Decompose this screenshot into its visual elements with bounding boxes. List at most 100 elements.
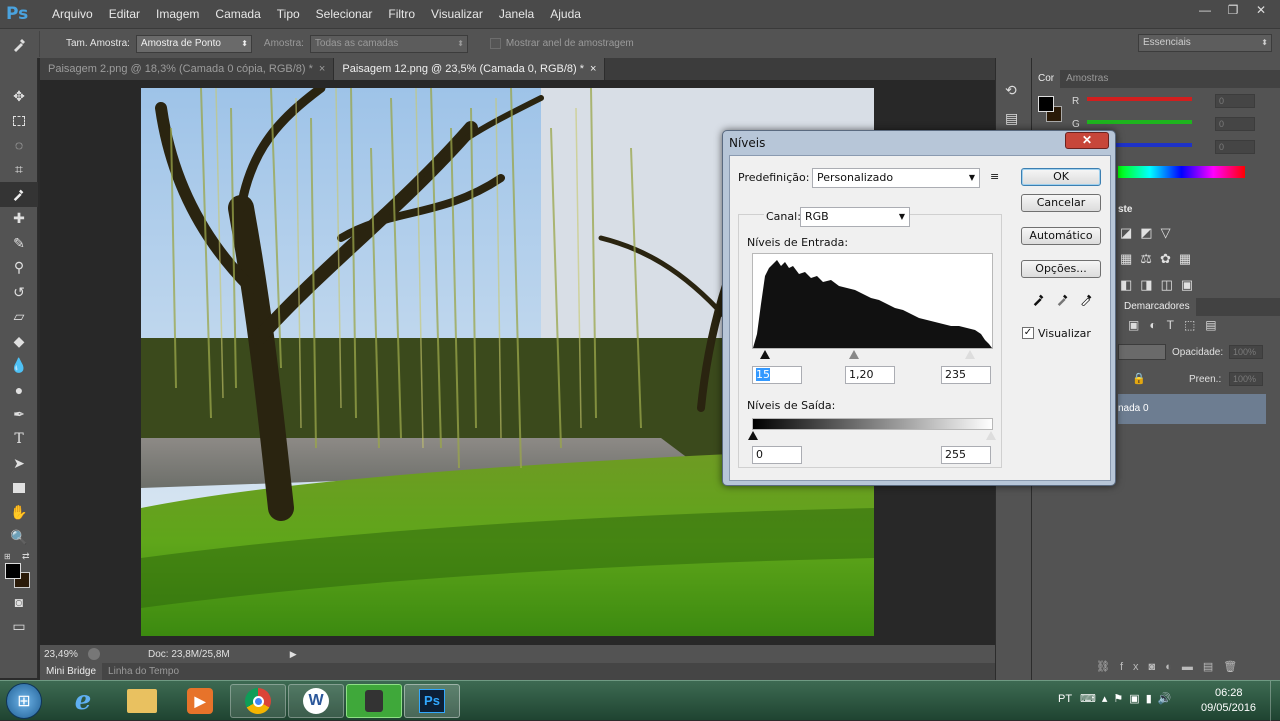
- sample-size-select[interactable]: Amostra de Ponto ⬍: [135, 34, 252, 53]
- auto-button[interactable]: Automático: [1021, 227, 1101, 245]
- chrome-icon[interactable]: [230, 684, 286, 718]
- menu-imagem[interactable]: Imagem: [148, 7, 207, 21]
- preview-checkbox[interactable]: ✓: [1022, 327, 1034, 339]
- paint-bucket-tool-icon[interactable]: ◆: [0, 329, 38, 354]
- history-brush-tool-icon[interactable]: ↺: [0, 280, 38, 305]
- input-gamma-field[interactable]: 1,20: [845, 366, 895, 384]
- tray-arrow-icon[interactable]: ▴: [1102, 693, 1114, 705]
- levels-close-button[interactable]: ✕: [1065, 132, 1109, 149]
- spectrum-bar[interactable]: [1118, 166, 1245, 178]
- start-button[interactable]: ⊞: [6, 683, 42, 719]
- options-button[interactable]: Opções...: [1021, 260, 1101, 278]
- eraser-tool-icon[interactable]: ▱: [0, 305, 38, 330]
- rectangle-tool-icon[interactable]: [0, 476, 38, 501]
- opacity-value[interactable]: 100%: [1229, 345, 1263, 359]
- input-black-slider-icon[interactable]: [760, 350, 770, 359]
- blur-tool-icon[interactable]: 💧: [0, 354, 38, 379]
- utility-app-icon[interactable]: [346, 684, 402, 718]
- move-tool-icon[interactable]: ✥: [0, 84, 38, 109]
- curves-adjust-icon[interactable]: ◪: [1120, 225, 1140, 240]
- path-selection-tool-icon[interactable]: ➤: [0, 452, 38, 477]
- layer-row[interactable]: nada 0: [1118, 394, 1266, 424]
- language-indicator[interactable]: PT: [1058, 693, 1072, 705]
- input-black-field[interactable]: 15: [752, 366, 802, 384]
- show-desktop-button[interactable]: [1270, 681, 1280, 721]
- color-swatches[interactable]: ⊞ ⇄: [0, 550, 38, 590]
- threshold-adjust-icon[interactable]: ◫: [1161, 277, 1181, 292]
- clock-time[interactable]: 06:28: [1215, 687, 1243, 699]
- network-icon[interactable]: ▮: [1146, 693, 1158, 705]
- media-player-icon[interactable]: ▶: [172, 684, 228, 718]
- minimize-button[interactable]: —: [1194, 2, 1216, 18]
- invert-adjust-icon[interactable]: ◧: [1120, 277, 1140, 292]
- delete-layer-icon[interactable]: 🗑: [1223, 661, 1247, 673]
- healing-brush-tool-icon[interactable]: ✚: [0, 207, 38, 232]
- flag-icon[interactable]: ⚑: [1113, 693, 1129, 705]
- fx-icon[interactable]: fx: [1120, 661, 1149, 673]
- tab-paisagem-12[interactable]: Paisagem 12.png @ 23,5% (Camada 0, RGB/8…: [334, 58, 606, 80]
- channel-select[interactable]: RGB ▼: [800, 207, 910, 227]
- close-tab-icon[interactable]: ×: [590, 63, 596, 75]
- new-layer-icon[interactable]: ▤: [1203, 661, 1223, 673]
- channel-mixer-adjust-icon[interactable]: ✿: [1160, 251, 1179, 266]
- hand-tool-icon[interactable]: ✋: [0, 501, 38, 526]
- history-panel-icon[interactable]: ⟲: [1005, 82, 1017, 99]
- gray-point-eyedropper-icon[interactable]: [1056, 292, 1070, 309]
- menu-tipo[interactable]: Tipo: [269, 7, 308, 21]
- white-point-eyedropper-icon[interactable]: [1080, 292, 1094, 309]
- close-window-button[interactable]: ✕: [1250, 2, 1272, 18]
- tab-linha-do-tempo[interactable]: Linha do Tempo: [102, 663, 185, 681]
- pen-tool-icon[interactable]: ✒: [0, 403, 38, 428]
- shape-filter-icon[interactable]: ⬚: [1184, 318, 1205, 332]
- red-value[interactable]: 0: [1215, 94, 1255, 108]
- selective-color-adjust-icon[interactable]: ▣: [1181, 277, 1201, 292]
- color-lookup-adjust-icon[interactable]: ▦: [1179, 251, 1199, 266]
- output-black-field[interactable]: 0: [752, 446, 802, 464]
- restore-button[interactable]: ❐: [1222, 2, 1244, 18]
- dodge-tool-icon[interactable]: ●: [0, 378, 38, 403]
- lasso-tool-icon[interactable]: ◌: [0, 133, 38, 158]
- input-white-field[interactable]: 235: [941, 366, 991, 384]
- input-white-slider-icon[interactable]: [965, 350, 975, 359]
- tab-paisagem-2[interactable]: Paisagem 2.png @ 18,3% (Camada 0 cópia, …: [40, 58, 335, 80]
- sample-select[interactable]: Todas as camadas ⬍: [309, 34, 468, 53]
- smart-filter-icon[interactable]: ▤: [1205, 318, 1226, 332]
- file-explorer-icon[interactable]: [114, 684, 170, 718]
- lock-icon[interactable]: 🔒: [1132, 372, 1146, 385]
- zoom-level[interactable]: 23,49%: [44, 649, 84, 660]
- keyboard-icon[interactable]: ⌨: [1080, 693, 1102, 705]
- red-slider[interactable]: R 0: [1072, 94, 1280, 114]
- word-icon[interactable]: W: [288, 684, 344, 718]
- show-ring-checkbox[interactable]: [489, 38, 501, 49]
- photoshop-taskbar-icon[interactable]: Ps: [404, 684, 460, 718]
- foreground-color-swatch[interactable]: [5, 562, 21, 579]
- eyedropper-tool-icon[interactable]: [0, 182, 38, 207]
- close-tab-icon[interactable]: ×: [319, 63, 325, 75]
- tab-mini-bridge[interactable]: Mini Bridge: [40, 663, 103, 681]
- action-center-icon[interactable]: ▣: [1129, 693, 1145, 705]
- adjust-filter-icon[interactable]: ◐: [1149, 318, 1166, 332]
- output-white-field[interactable]: 255: [941, 446, 991, 464]
- tab-demarcadores[interactable]: Demarcadores: [1118, 298, 1196, 316]
- brush-tool-icon[interactable]: ✎: [0, 231, 38, 256]
- clone-stamp-tool-icon[interactable]: ⚲: [0, 256, 38, 281]
- volume-icon[interactable]: 🔊: [1158, 693, 1178, 705]
- menu-visualizar[interactable]: Visualizar: [423, 7, 491, 21]
- tab-amostras[interactable]: Amostras: [1060, 70, 1114, 88]
- pixel-filter-icon[interactable]: ▣: [1128, 318, 1149, 332]
- input-gamma-slider-icon[interactable]: [849, 350, 859, 359]
- menu-ajuda[interactable]: Ajuda: [542, 7, 589, 21]
- screen-mode-icon[interactable]: ▭: [0, 614, 38, 639]
- type-tool-icon[interactable]: T: [0, 427, 38, 452]
- menu-selecionar[interactable]: Selecionar: [308, 7, 381, 21]
- properties-panel-icon[interactable]: ▤: [1005, 110, 1018, 127]
- type-filter-icon[interactable]: T: [1167, 318, 1184, 332]
- swap-colors-icon[interactable]: ⇄: [22, 551, 30, 562]
- blend-mode-select[interactable]: [1118, 344, 1166, 360]
- menu-filtro[interactable]: Filtro: [380, 7, 423, 21]
- group-icon[interactable]: ▬: [1182, 661, 1203, 673]
- color-balance-adjust-icon[interactable]: ⚖: [1140, 251, 1160, 266]
- exposure-adjust-icon[interactable]: ◩: [1140, 225, 1160, 240]
- menu-janela[interactable]: Janela: [491, 7, 542, 21]
- adjustment-layer-icon[interactable]: ◐: [1165, 661, 1182, 673]
